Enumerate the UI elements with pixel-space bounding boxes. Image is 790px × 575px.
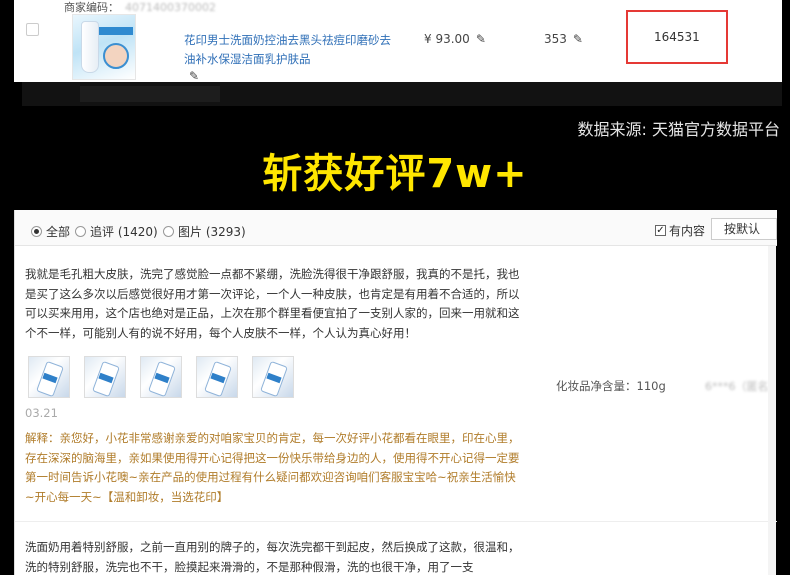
reviewer-name: 6***6（匿名） [705,380,780,393]
product-stock: 353 ✎ [544,32,586,46]
radio-followup-icon[interactable] [75,226,86,237]
filter-all-label: 全部 [46,225,71,239]
scrollbar[interactable] [768,246,776,575]
product-image[interactable] [72,14,136,80]
review-text: 我就是毛孔粗大皮肤，洗完了感觉脸一点都不紧绷，洗脸洗得很干净跟舒服，我真的不是托… [25,267,520,340]
edit-stock-pencil-icon[interactable]: ✎ [573,33,586,46]
review-photo-thumbnail[interactable] [140,356,182,398]
product-title-link[interactable]: 花印男士洗面奶控油去黑头祛痘印磨砂去油补水保湿洁面乳护肤品 [184,31,394,69]
radio-all-icon[interactable] [31,226,42,237]
filter-pictures-label: 图片 (3293) [178,225,246,239]
review-filter-bar: 全部 追评 (1420) 图片 (3293) ✓ 有内容 按默认 [15,210,777,246]
data-source-caption: 数据来源: 天猫官方数据平台 [577,120,780,139]
review-date: 03.21 [25,406,58,420]
review-text: 洗面奶用着特别舒服，之前一直用别的牌子的，每次洗完都干到起皮，然后换成了这款，很… [25,540,520,574]
filter-pictures[interactable]: 图片 (3293) [163,223,246,240]
review-photo-thumbnail[interactable] [84,356,126,398]
sort-dropdown[interactable]: 按默认 [711,218,777,240]
review-photos [28,356,294,398]
review-panel: 全部 追评 (1420) 图片 (3293) ✓ 有内容 按默认 我就是毛孔粗大皮… [14,210,780,575]
checkbox-checked-icon[interactable]: ✓ [655,225,666,236]
radio-pictures-icon[interactable] [163,226,174,237]
review-sku-spec: 化妆品净含量：110g [556,379,666,393]
has-content-label: 有内容 [669,224,706,238]
filter-followup-label: 追评 (1420) [90,225,158,239]
panel-shadow-detail [80,86,220,102]
product-row: 商家编码： 4071400370002 花印男士洗面奶控油去黑头祛痘印磨砂去油补水… [14,0,782,83]
row-checkbox[interactable] [26,23,39,36]
edit-price-pencil-icon[interactable]: ✎ [476,33,489,46]
stock-value: 353 [544,32,567,46]
seller-reply: 解释：亲您好，小花非常感谢亲爱的对咱家宝贝的肯定，每一次好评小花都看在眼里，印在… [25,431,520,504]
filter-all[interactable]: 全部 [31,223,70,240]
review-divider [15,521,777,522]
has-content-toggle[interactable]: ✓ 有内容 [655,222,705,239]
merchant-code-value: 4071400370002 [125,1,216,14]
product-price: ¥ 93.00 ✎ [424,32,489,46]
headline-caption: 斩获好评7w+ [262,151,528,197]
filter-followup[interactable]: 追评 (1420) [75,223,158,240]
sales-count: 164531 [654,30,700,44]
price-value: ¥ 93.00 [424,32,470,46]
merchant-code-label: 商家编码： [64,1,119,14]
merchant-code: 商家编码： 4071400370002 [64,0,216,15]
review-photo-thumbnail[interactable] [252,356,294,398]
review-photo-thumbnail[interactable] [28,356,70,398]
review-photo-thumbnail[interactable] [196,356,238,398]
